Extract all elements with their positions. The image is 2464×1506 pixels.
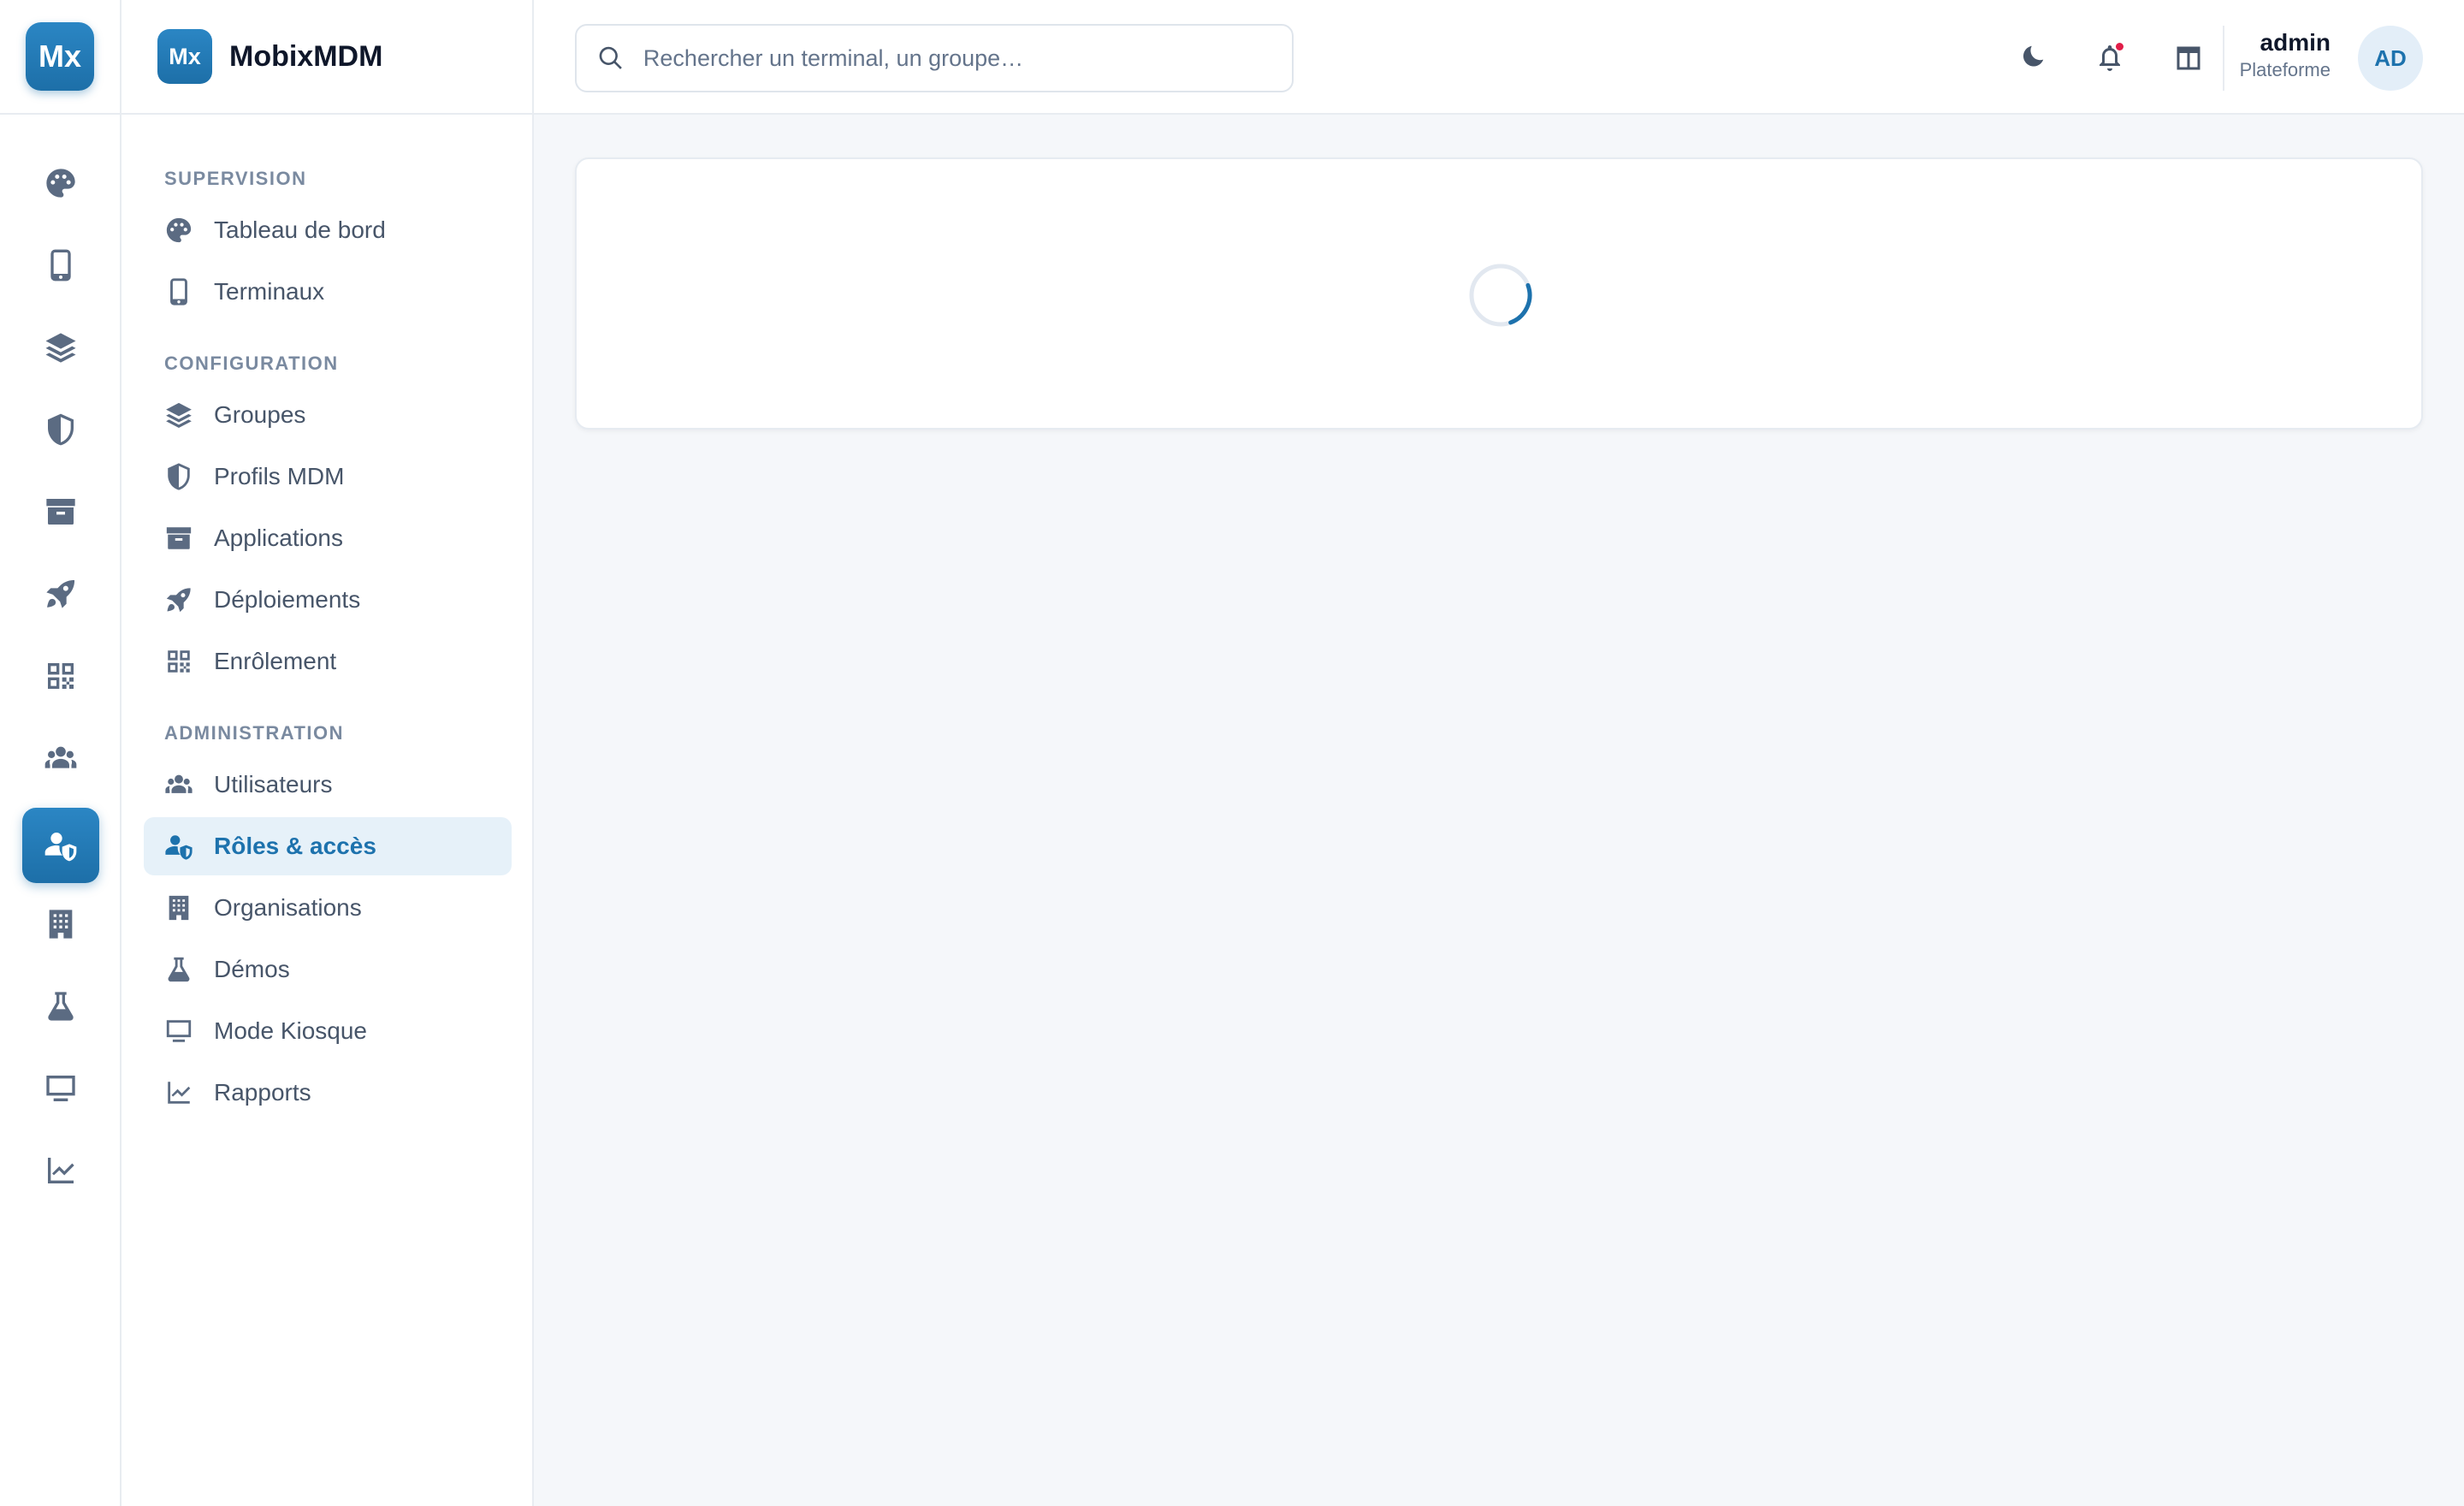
- qr-code-icon: [164, 647, 193, 676]
- brand: Mx MobixMDM: [121, 0, 532, 115]
- sidebar-item-label: Profils MDM: [214, 463, 345, 489]
- monitor-icon: [44, 1071, 78, 1106]
- rail-item-deployments[interactable]: [22, 556, 99, 631]
- chart-line-icon: [44, 1153, 78, 1188]
- sidebar-item-roles[interactable]: Rôles & accès: [144, 817, 512, 875]
- sidebar-item-label: Utilisateurs: [214, 771, 333, 797]
- sidebar-item-users[interactable]: Utilisateurs: [144, 756, 512, 814]
- section-title-administration: ADMINISTRATION: [164, 722, 345, 744]
- sidebar-item-enrollment[interactable]: Enrôlement: [144, 632, 512, 691]
- loading-spinner-icon: [1469, 264, 1532, 327]
- rocket-icon: [44, 577, 78, 611]
- sidebar-item-organisations[interactable]: Organisations: [144, 879, 512, 937]
- user-name: admin: [2260, 29, 2331, 56]
- rail-item-groups[interactable]: [22, 310, 99, 385]
- rail-item-reports[interactable]: [22, 1133, 99, 1208]
- shield-icon: [44, 412, 78, 447]
- user-shield-icon: [44, 828, 78, 863]
- user-shield-icon: [164, 832, 193, 861]
- search-input[interactable]: [643, 44, 1292, 72]
- archive-icon: [44, 495, 78, 529]
- rail-item-dashboard[interactable]: [22, 145, 99, 221]
- sidebar-item-label: Terminaux: [214, 278, 325, 305]
- rail-item-roles[interactable]: [22, 808, 99, 883]
- sidebar-item-dashboard[interactable]: Tableau de bord: [144, 201, 512, 259]
- sidebar: Mx MobixMDM SUPERVISION Tableau de bord …: [121, 0, 534, 1506]
- phone-icon: [44, 248, 78, 282]
- sidebar-item-label: Rapports: [214, 1079, 311, 1106]
- sidebar-item-label: Applications: [214, 525, 343, 551]
- users-icon: [164, 770, 193, 799]
- sidebar-item-label: Groupes: [214, 401, 306, 428]
- app-logo[interactable]: Mx: [26, 22, 94, 91]
- rail-item-enrollment[interactable]: [22, 638, 99, 714]
- topbar-divider: [2223, 26, 2224, 91]
- sidebar-item-deployments[interactable]: Déploiements: [144, 571, 512, 629]
- qr-code-icon: [44, 659, 78, 693]
- building-icon: [164, 893, 193, 922]
- building-icon: [44, 907, 78, 941]
- top-bar: admin Plateforme AD: [534, 0, 2464, 115]
- users-icon: [44, 741, 78, 775]
- rail-item-profiles[interactable]: [22, 392, 99, 467]
- sidebar-item-label: Tableau de bord: [214, 216, 386, 243]
- rocket-icon: [164, 585, 193, 614]
- rail-item-users[interactable]: [22, 720, 99, 796]
- avatar[interactable]: AD: [2358, 26, 2423, 91]
- archive-icon: [164, 524, 193, 553]
- app-root: Mx Mx MobixMDM SUPERVISION Tableau de bo…: [0, 0, 2464, 1506]
- sidebar-item-groups[interactable]: Groupes: [144, 386, 512, 444]
- user-info[interactable]: admin Plateforme: [2236, 27, 2331, 82]
- rail-item-demos[interactable]: [22, 969, 99, 1044]
- section-title-supervision: SUPERVISION: [164, 168, 307, 189]
- palette-icon: [44, 166, 78, 200]
- sidebar-item-kiosk[interactable]: Mode Kiosque: [144, 1002, 512, 1060]
- notifications-button[interactable]: [2086, 34, 2134, 82]
- layers-icon: [44, 330, 78, 365]
- theme-toggle-button[interactable]: [2007, 34, 2055, 82]
- layers-icon: [164, 400, 193, 430]
- sidebar-item-label: Rôles & accès: [214, 833, 376, 859]
- shield-icon: [164, 462, 193, 491]
- flask-icon: [44, 989, 78, 1023]
- sidebar-item-label: Organisations: [214, 894, 362, 921]
- rail-item-organisations[interactable]: [22, 886, 99, 962]
- rail-item-applications[interactable]: [22, 474, 99, 549]
- moon-icon: [2016, 43, 2046, 74]
- sidebar-item-profiles[interactable]: Profils MDM: [144, 448, 512, 506]
- brand-logo[interactable]: Mx: [157, 29, 212, 84]
- sidebar-item-reports[interactable]: Rapports: [144, 1064, 512, 1122]
- flask-icon: [164, 955, 193, 984]
- chart-line-icon: [164, 1078, 193, 1107]
- layout-toggle-button[interactable]: [2165, 34, 2212, 82]
- sidebar-item-label: Mode Kiosque: [214, 1017, 368, 1044]
- search-icon: [597, 44, 625, 72]
- phone-icon: [164, 277, 193, 306]
- layout-columns-icon: [2173, 43, 2204, 74]
- palette-icon: [164, 216, 193, 245]
- rail-logo-area: Mx: [0, 0, 120, 115]
- sidebar-item-label: Enrôlement: [214, 648, 337, 674]
- brand-name: MobixMDM: [229, 39, 383, 73]
- loading-card: [575, 157, 2423, 430]
- icon-rail: Mx: [0, 0, 121, 1506]
- sidebar-item-terminals[interactable]: Terminaux: [144, 263, 512, 321]
- rail-item-kiosk[interactable]: [22, 1051, 99, 1126]
- user-role: Plateforme: [2239, 59, 2331, 80]
- search-box[interactable]: [575, 24, 1294, 92]
- sidebar-item-demos[interactable]: Démos: [144, 940, 512, 999]
- rail-item-terminals[interactable]: [22, 228, 99, 303]
- sidebar-item-applications[interactable]: Applications: [144, 509, 512, 567]
- monitor-icon: [164, 1017, 193, 1046]
- notification-dot: [2116, 43, 2123, 50]
- section-title-configuration: CONFIGURATION: [164, 353, 339, 374]
- sidebar-item-label: Déploiements: [214, 586, 361, 613]
- sidebar-item-label: Démos: [214, 956, 290, 982]
